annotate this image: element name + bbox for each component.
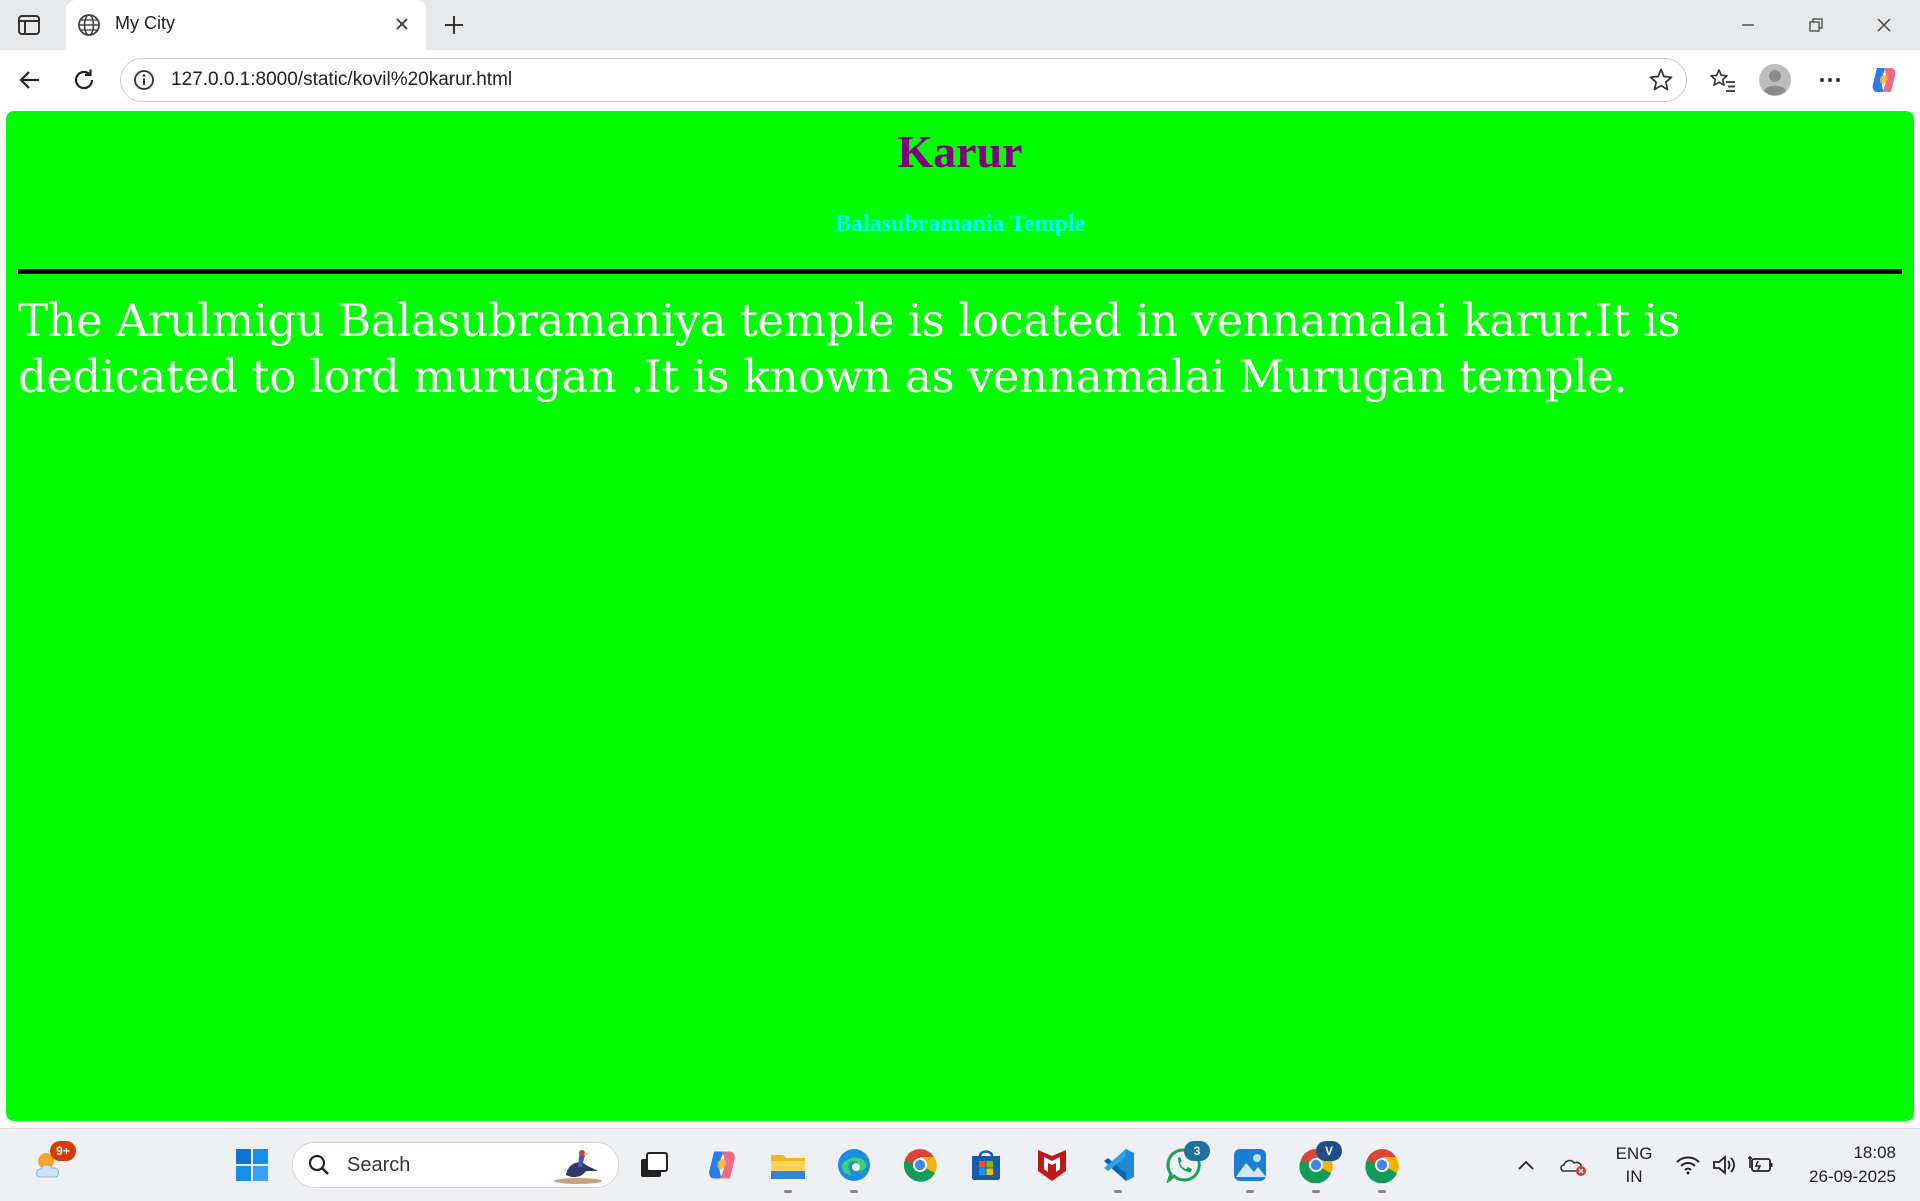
browser-toolbar: 127.0.0.1:8000/static/kovil%20karur.html — [0, 50, 1920, 108]
minimize-icon[interactable] — [1728, 9, 1768, 41]
clock-date: 26-09-2025 — [1809, 1167, 1896, 1186]
wifi-icon[interactable] — [1668, 1145, 1708, 1185]
favorites-icon[interactable] — [1706, 63, 1740, 97]
tab-my-city[interactable]: My City — [66, 0, 426, 50]
running-indicator — [1312, 1190, 1320, 1193]
weather-widget-icon[interactable]: 9+ — [30, 1141, 76, 1185]
region-code: IN — [1625, 1167, 1643, 1186]
file-explorer-icon[interactable] — [768, 1145, 808, 1193]
page-viewport: Karur Balasubramania Temple The Arulmigu… — [6, 111, 1914, 1121]
windows-taskbar: 9+ Search 3 V ENG IN 18:08 26-09-2025 — [0, 1128, 1920, 1201]
new-tab-button[interactable] — [438, 9, 470, 41]
back-arrow-icon[interactable] — [13, 63, 47, 97]
more-options-icon[interactable] — [1813, 63, 1847, 97]
search-icon — [307, 1153, 331, 1177]
copilot-icon[interactable] — [1867, 63, 1901, 97]
tab-title: My City — [115, 13, 175, 33]
copilot-app-icon[interactable] — [702, 1145, 742, 1185]
battery-charging-icon[interactable] — [1740, 1145, 1780, 1185]
windows-start-icon[interactable] — [232, 1145, 272, 1185]
horizontal-rule — [18, 269, 1902, 274]
address-bar[interactable]: 127.0.0.1:8000/static/kovil%20karur.html — [120, 58, 1687, 102]
close-window-icon[interactable] — [1864, 9, 1904, 41]
restore-icon[interactable] — [1796, 9, 1836, 41]
taskbar-search[interactable]: Search — [292, 1142, 619, 1188]
notification-badge: 9+ — [50, 1141, 76, 1161]
unread-count-badge: 3 — [1184, 1141, 1210, 1161]
running-indicator — [850, 1190, 858, 1193]
running-indicator — [1114, 1190, 1122, 1193]
microsoft-store-icon[interactable] — [966, 1145, 1006, 1185]
chrome-profile-icon[interactable]: V — [1296, 1141, 1342, 1193]
search-highlight-bird-icon — [546, 1145, 606, 1185]
page-paragraph: The Arulmigu Balasubramaniya temple is l… — [18, 294, 1680, 403]
volume-icon[interactable] — [1704, 1145, 1744, 1185]
search-label: Search — [347, 1154, 411, 1176]
mcafee-icon[interactable] — [1032, 1145, 1072, 1185]
running-indicator — [1246, 1190, 1254, 1193]
clock-time: 18:08 — [1853, 1143, 1896, 1162]
chrome-icon[interactable] — [1362, 1145, 1402, 1193]
refresh-icon[interactable] — [67, 63, 101, 97]
photos-icon[interactable] — [1230, 1145, 1270, 1193]
profile-avatar-icon[interactable] — [1758, 63, 1792, 97]
profile-initial-badge: V — [1316, 1141, 1342, 1161]
globe-icon — [76, 12, 102, 38]
close-tab-icon[interactable] — [388, 10, 416, 38]
running-indicator — [1378, 1190, 1386, 1193]
site-info-icon[interactable] — [133, 69, 155, 91]
vscode-icon[interactable] — [1098, 1145, 1138, 1193]
chevron-up-icon[interactable] — [1506, 1145, 1546, 1185]
sidebar-toggle-icon[interactable] — [16, 12, 42, 38]
favorite-star-icon[interactable] — [1648, 67, 1674, 93]
chrome-icon[interactable] — [900, 1145, 940, 1185]
edge-browser-icon[interactable] — [834, 1145, 874, 1193]
language-code: ENG — [1615, 1144, 1653, 1163]
onedrive-error-icon[interactable] — [1554, 1145, 1594, 1185]
running-indicator — [784, 1190, 792, 1193]
url-text: 127.0.0.1:8000/static/kovil%20karur.html — [171, 69, 513, 90]
page-title: Karur — [897, 126, 1023, 177]
task-view-icon[interactable] — [634, 1145, 674, 1185]
system-clock[interactable]: 18:08 26-09-2025 — [1809, 1141, 1896, 1189]
browser-titlebar: My City — [0, 0, 1920, 50]
whatsapp-icon[interactable]: 3 — [1164, 1141, 1210, 1185]
page-subtitle: Balasubramania Temple — [834, 211, 1086, 237]
